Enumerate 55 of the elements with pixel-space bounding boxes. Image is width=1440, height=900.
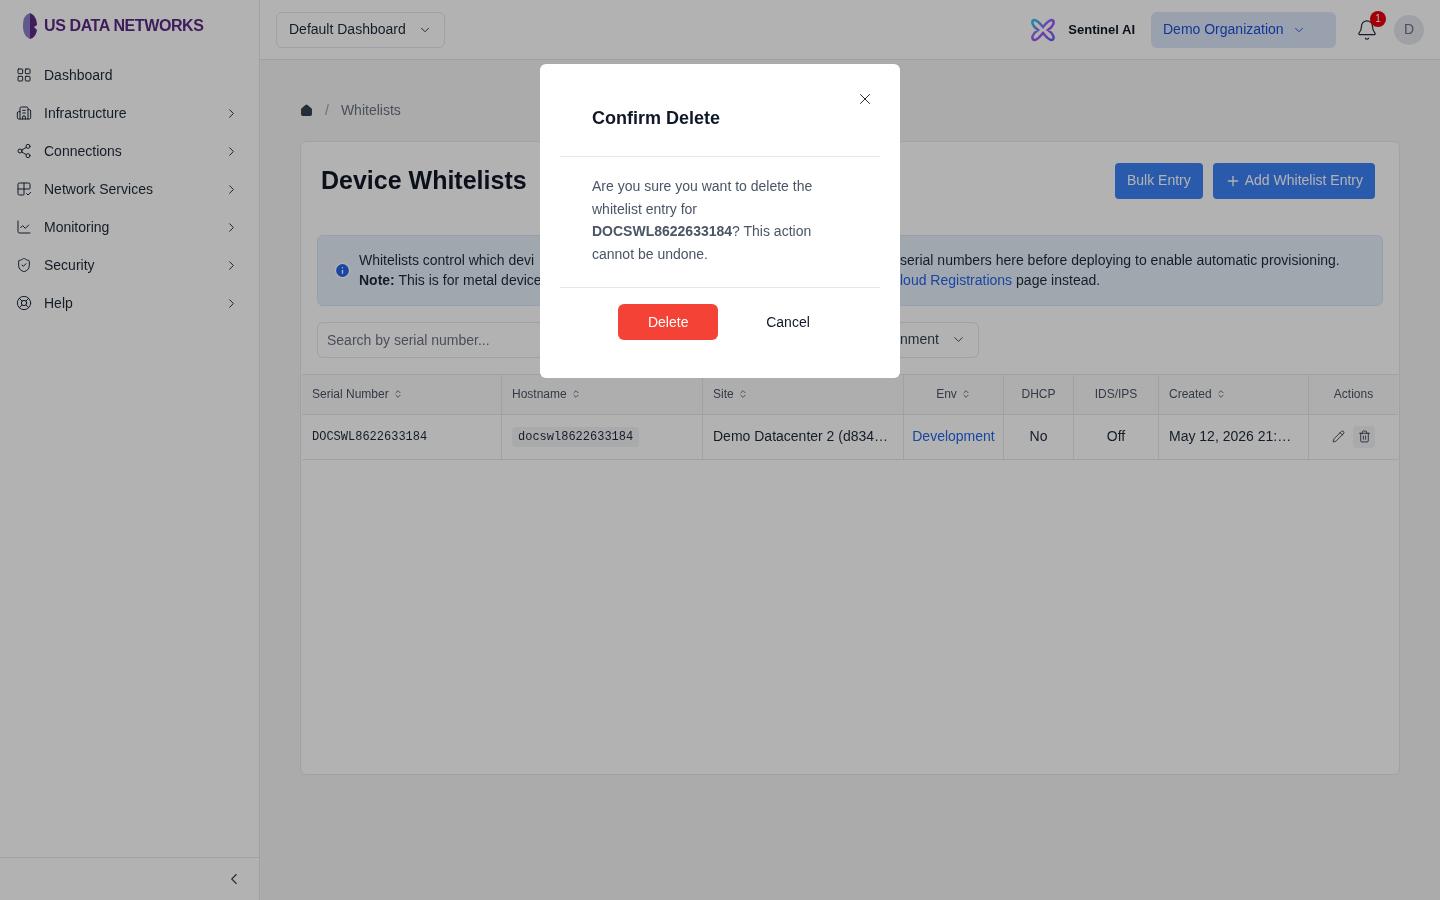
column-header: DHCP bbox=[1004, 374, 1074, 414]
sparkle-logo-icon bbox=[1030, 17, 1057, 42]
avatar[interactable]: D bbox=[1394, 14, 1424, 45]
grid-icon bbox=[16, 181, 32, 197]
column-header: Actions bbox=[1332, 386, 1375, 403]
info-text: Whitelists control which devi bbox=[359, 252, 535, 268]
table-cell: May 12, 2026 21:… bbox=[1159, 414, 1309, 459]
info-icon bbox=[334, 261, 351, 279]
home-icon[interactable] bbox=[300, 103, 313, 117]
info-text: page instead. bbox=[1016, 271, 1101, 290]
dashboard-select[interactable]: Default Dashboard bbox=[276, 11, 445, 48]
info-note: Note: This is for metal device bbox=[359, 272, 542, 288]
trash-icon bbox=[1357, 430, 1371, 443]
grid-icon bbox=[16, 67, 32, 83]
dialog-title: Confirm Delete bbox=[592, 107, 721, 130]
sidebar-item[interactable]: Connections bbox=[0, 132, 259, 170]
cancel-button[interactable]: Cancel bbox=[754, 304, 822, 340]
column-header[interactable]: Created bbox=[1159, 374, 1309, 414]
hostname-chip: docswl8622633184 bbox=[512, 426, 640, 447]
breadcrumb-separator: / bbox=[325, 100, 329, 120]
edit-icon[interactable] bbox=[1332, 430, 1345, 443]
column-header[interactable]: Serial Number bbox=[302, 374, 502, 414]
page-title: Device Whitelists bbox=[321, 165, 527, 196]
table-cell: Off bbox=[1074, 414, 1159, 459]
sidebar-item[interactable]: Help bbox=[0, 284, 259, 322]
sidebar-item[interactable]: Network Services bbox=[0, 170, 259, 208]
brand-name: US DATA NETWORKS bbox=[44, 16, 204, 36]
bulk-entry-button[interactable]: Bulk Entry bbox=[1114, 162, 1203, 199]
breadcrumb-item[interactable]: Whitelists bbox=[340, 99, 401, 121]
sidebar-item[interactable]: Infrastructure bbox=[0, 94, 259, 132]
notification-badge: 1 bbox=[1370, 10, 1386, 27]
building-icon bbox=[16, 105, 32, 121]
sidebar-item[interactable]: Monitoring bbox=[0, 208, 259, 246]
organization-select[interactable]: Demo Organization bbox=[1151, 11, 1336, 48]
registrations-link[interactable]: loud Registrations bbox=[900, 270, 1013, 290]
logo-icon bbox=[20, 12, 40, 40]
delete-button[interactable] bbox=[1353, 425, 1375, 448]
share-icon bbox=[16, 143, 32, 159]
table-cell: No bbox=[1004, 414, 1074, 459]
table-cell: DOCSWL8622633184 bbox=[302, 414, 502, 459]
environment-link[interactable]: Development bbox=[912, 426, 995, 447]
delete-button[interactable]: Delete bbox=[618, 304, 719, 340]
notification-bell-icon[interactable] bbox=[1356, 18, 1378, 41]
lifebuoy-icon bbox=[16, 295, 32, 311]
table-cell: Demo Datacenter 2 (d834… bbox=[703, 414, 904, 459]
sidebar-item[interactable]: Security bbox=[0, 246, 259, 284]
line-chart-icon bbox=[16, 219, 32, 235]
shield-icon bbox=[16, 257, 32, 273]
column-header[interactable]: Env bbox=[904, 374, 1004, 414]
column-header: IDS/IPS bbox=[1074, 374, 1159, 414]
info-text: serial numbers here before deploying to enable automatic provisioning. bbox=[900, 251, 1340, 270]
add-entry-button[interactable]: Add Whitelist Entry bbox=[1212, 162, 1375, 199]
sidebar-item[interactable]: Dashboard bbox=[0, 56, 259, 94]
assistant-label[interactable]: Sentinel AI bbox=[1068, 19, 1135, 40]
dialog-message: Are you sure you want to delete the whitelist entry for DOCSWL8622633184? This action cannot be undone. bbox=[591, 177, 814, 264]
